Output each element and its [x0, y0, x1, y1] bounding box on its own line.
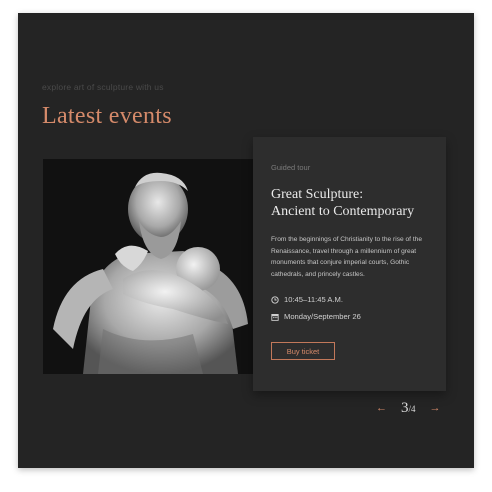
- clock-icon: [271, 295, 279, 304]
- pager: ← 3/4 →: [376, 399, 441, 417]
- buy-ticket-button[interactable]: Buy ticket: [271, 342, 335, 360]
- event-time-text: 10:45–11:45 A.M.: [284, 295, 343, 304]
- page-total: /4: [408, 404, 416, 414]
- event-time: 10:45–11:45 A.M.: [271, 295, 343, 304]
- event-date-text: Monday/September 26: [284, 312, 361, 321]
- event-title-line2: Ancient to Contemporary: [271, 204, 415, 219]
- event-kicker: Guided tour: [271, 163, 311, 172]
- next-arrow-icon[interactable]: →: [430, 402, 441, 414]
- event-card: Guided tour Great Sculpture: Ancient to …: [253, 137, 446, 391]
- event-date: Monday/September 26: [271, 312, 361, 321]
- page-counter: 3/4: [401, 399, 416, 417]
- sculpture-photo: [43, 159, 253, 374]
- event-title-line1: Great Sculpture:: [271, 187, 364, 202]
- page-current: 3: [401, 400, 409, 416]
- event-description: From the beginnings of Christianity to t…: [271, 236, 422, 278]
- prev-arrow-icon[interactable]: ←: [376, 402, 387, 414]
- section-eyebrow: explore art of sculpture with us: [42, 82, 164, 92]
- section-title: Latest events: [42, 103, 172, 129]
- calendar-icon: [271, 313, 279, 321]
- event-title: Great Sculpture: Ancient to Contemporary: [271, 186, 441, 220]
